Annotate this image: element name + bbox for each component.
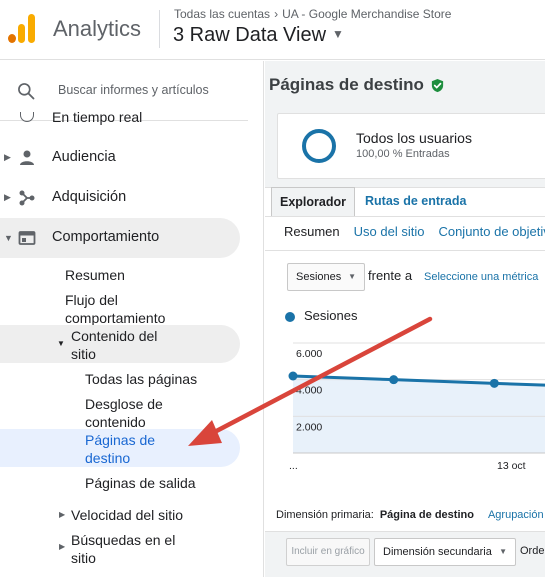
sidebar-item-label: Audiencia <box>52 149 116 165</box>
sidebar-subitem-landing-pages[interactable]: Páginas de destino <box>85 431 155 467</box>
chevron-right-icon: ▶ <box>59 542 66 551</box>
app-name: Analytics <box>53 16 142 41</box>
chart-legend-label: Sesiones <box>304 308 358 323</box>
primary-dimension-label: Dimensión primaria: <box>276 509 374 521</box>
sidebar-subitem-label: sitio <box>71 346 96 362</box>
sidebar-item-realtime[interactable]: En tiempo real <box>52 109 142 125</box>
chevron-right-icon: ▶ <box>4 192 11 202</box>
chart-x-tick-label: 13 oct <box>497 460 526 472</box>
analytics-logo-icon[interactable] <box>8 13 38 43</box>
sidebar-subitem-site-speed[interactable]: Velocidad del sitio <box>71 506 183 524</box>
behavior-icon <box>18 231 36 245</box>
chevron-down-icon: ▼ <box>57 339 65 348</box>
subtab-goal-set[interactable]: Conjunto de objetivos <box>438 224 545 239</box>
breadcrumb-property[interactable]: UA - Google Merchandise Store <box>282 7 451 21</box>
primary-dimension-row: Dimensión primaria: Página de destino Agru… <box>276 509 544 521</box>
chart-area-fill <box>293 376 545 453</box>
sidebar-subitem-exit-pages[interactable]: Páginas de salida <box>85 474 196 492</box>
sidebar-subitem-label: Búsquedas en el <box>71 532 176 548</box>
sidebar-item-label: Comportamiento <box>52 229 160 245</box>
sidebar-subitem-flow[interactable]: Flujo del comportamiento <box>65 291 165 327</box>
chevron-right-icon: ▶ <box>59 510 66 519</box>
sidebar-item-audience[interactable]: ▶ Audiencia <box>0 138 240 178</box>
secondary-dimension-label: Dimensión secundaria <box>383 546 492 558</box>
sidebar: Buscar informes y artículos En tiempo re… <box>0 61 264 577</box>
sidebar-subitem-content-breakdown[interactable]: Desglose de contenido <box>85 395 163 431</box>
chevron-down-icon: ▼ <box>4 233 13 243</box>
search-input[interactable]: Buscar informes y artículos <box>58 83 209 97</box>
sort-type-button[interactable]: Orden <box>520 545 545 557</box>
chart-data-point <box>288 371 298 381</box>
sidebar-subitem-label: Flujo del <box>65 292 118 308</box>
report-panel: Explorador Rutas de entrada Resumen Uso d… <box>265 187 545 577</box>
metric-select[interactable]: Sesiones ▼ <box>287 263 365 291</box>
tab-entrance-paths[interactable]: Rutas de entrada <box>365 194 466 208</box>
view-name: 3 Raw Data View <box>173 24 327 46</box>
main-content: Páginas de destino Todos los usuarios 10… <box>265 61 545 577</box>
sidebar-subitem-label: sitio <box>71 550 96 566</box>
tab-explorer[interactable]: Explorador <box>271 187 355 217</box>
subtab-site-usage[interactable]: Uso del sitio <box>354 224 425 239</box>
page-title-text: Páginas de destino <box>269 75 424 94</box>
sidebar-subitem-label: Desglose de <box>85 396 163 412</box>
select-metric-link[interactable]: Seleccione una métrica <box>424 271 538 283</box>
segment-ring-icon <box>302 129 336 163</box>
search-icon <box>18 83 35 100</box>
chart-y-tick-label: 4.000 <box>296 385 322 397</box>
sidebar-subitem-label: destino <box>85 450 131 466</box>
sidebar-subitem-label: Contenido del <box>71 328 158 344</box>
verified-shield-icon <box>431 78 444 93</box>
subtab-divider <box>265 250 545 251</box>
versus-label: frente a <box>368 268 413 283</box>
sessions-line-chart[interactable]: 6.000 4.000 2.000... 13 oct <box>265 328 545 488</box>
chart-y-tick-label: 2.000 <box>296 421 322 433</box>
sidebar-subitem-site-content[interactable]: Contenido del sitio <box>71 327 157 363</box>
sidebar-subitem-site-search[interactable]: Búsquedas en el sitio <box>71 531 175 567</box>
table-toolbar: Incluir en gráfico Dimensión secundaria ▼… <box>265 531 545 577</box>
acquisition-icon <box>19 190 35 206</box>
legend-dot-icon <box>285 312 295 322</box>
sidebar-subitem-summary[interactable]: Resumen <box>65 266 125 284</box>
metric-select-value: Sesiones <box>296 271 342 283</box>
breadcrumb-account[interactable]: Todas las cuentas <box>174 7 270 21</box>
chevron-right-icon: ▶ <box>4 152 11 162</box>
view-selector[interactable]: 3 Raw Data View ▼ <box>173 24 344 47</box>
segment-name: Todos los usuarios <box>356 130 472 146</box>
chevron-down-icon: ▼ <box>332 27 344 41</box>
subtab-summary[interactable]: Resumen <box>284 224 340 239</box>
chart-y-tick-label: 6.000 <box>296 348 322 360</box>
plot-rows-button[interactable]: Incluir en gráfico <box>286 538 370 566</box>
chevron-down-icon: ▼ <box>348 272 356 281</box>
sidebar-item-behavior[interactable]: ▼ Comportamiento <box>0 218 240 258</box>
sidebar-item-label: Adquisición <box>52 189 127 205</box>
tab-divider <box>265 216 545 217</box>
breadcrumb[interactable]: Todas las cuentas › UA - Google Merchandis… <box>174 7 451 21</box>
segment-subtitle: 100,00 % Entradas <box>356 148 450 160</box>
breadcrumb-separator: › <box>274 7 279 21</box>
primary-dimension-value[interactable]: Página de destino <box>380 509 474 521</box>
chart-data-point <box>489 378 499 388</box>
explorer-subtabs: Resumen Uso del sitio Conjunto de objetivo… <box>284 224 545 239</box>
top-header: Analytics Todas las cuentas › UA - Google … <box>0 0 545 60</box>
sidebar-subitem-label: Páginas de <box>85 432 156 448</box>
chart-data-point <box>389 375 399 385</box>
header-divider <box>159 10 160 48</box>
page-title: Páginas de destino <box>269 75 445 95</box>
chevron-down-icon: ▼ <box>499 547 507 556</box>
sidebar-item-acquisition[interactable]: ▶ Adquisición <box>0 178 240 218</box>
secondary-dimension-button[interactable]: Dimensión secundaria ▼ <box>374 538 516 566</box>
grouping-link[interactable]: Agrupación <box>488 509 544 521</box>
chart-x-tick-label: ... <box>289 460 298 472</box>
person-icon <box>20 150 34 165</box>
sidebar-subitem-all-pages[interactable]: Todas las páginas <box>85 370 197 388</box>
segment-card[interactable]: Todos los usuarios 100,00 % Entradas <box>277 113 545 179</box>
